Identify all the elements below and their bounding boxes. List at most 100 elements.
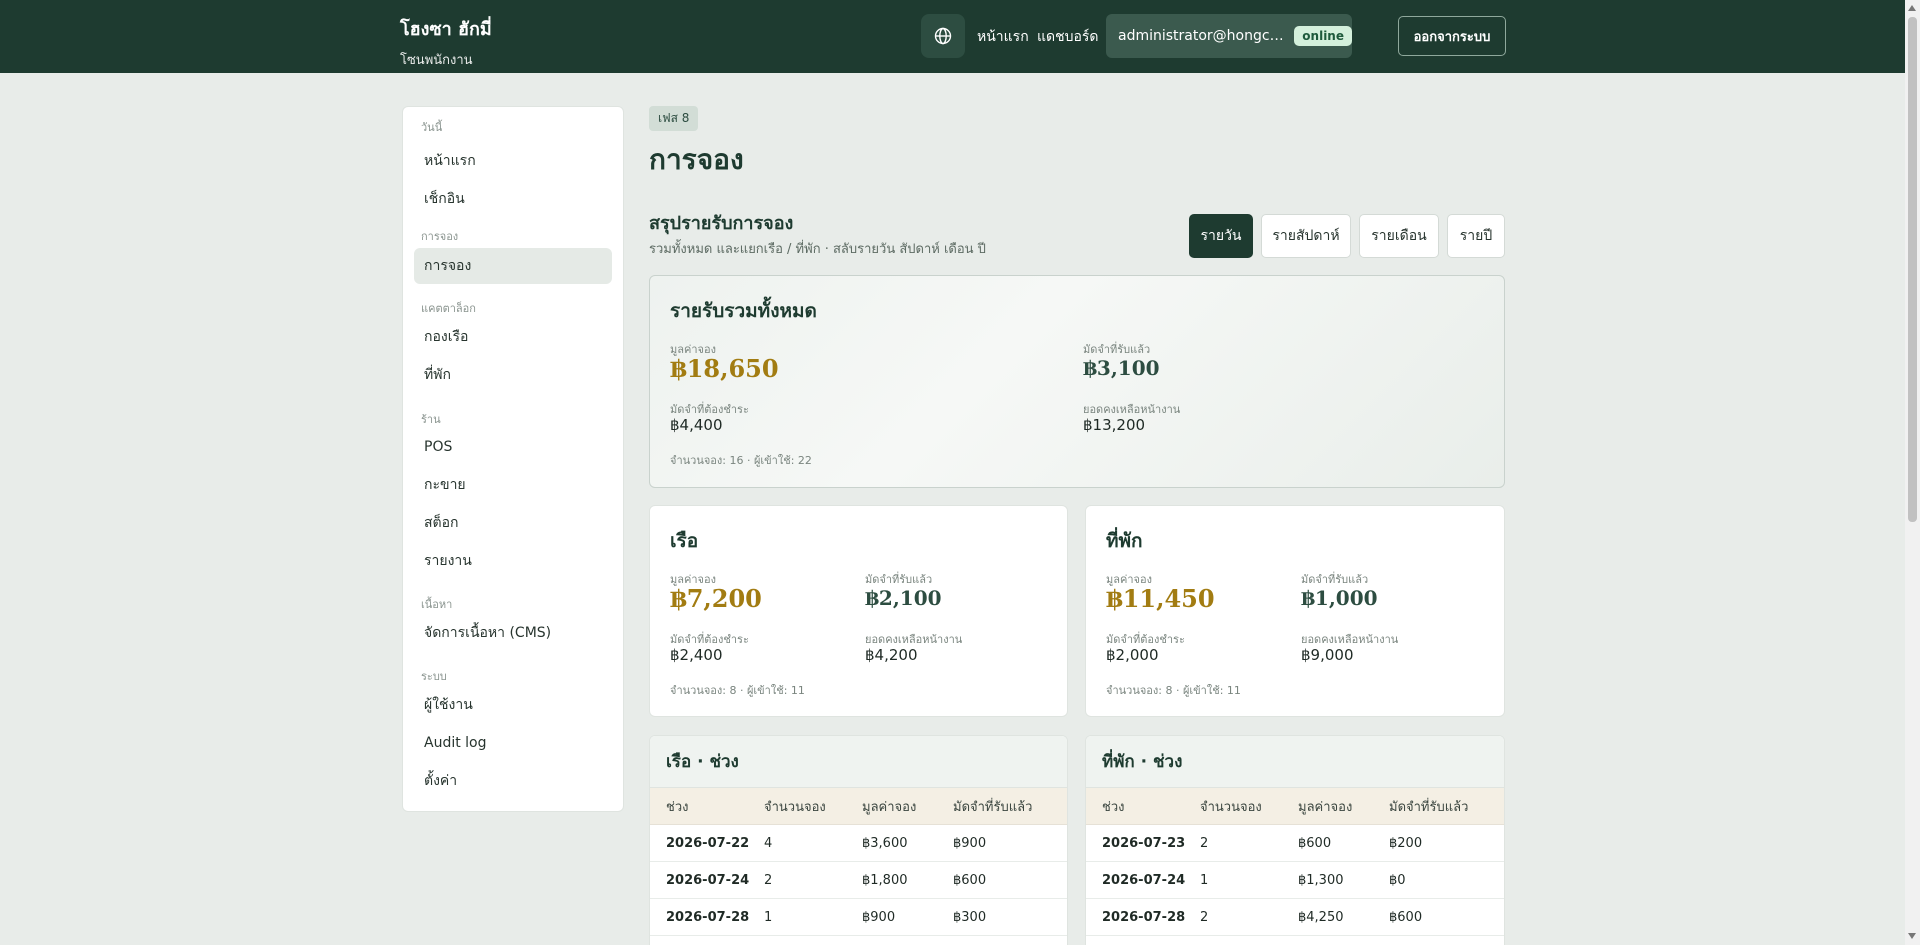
nav-home-link[interactable]: หน้าแรก	[977, 26, 1029, 48]
table-cell: 2026-07-24	[666, 872, 750, 888]
table-cell: ฿600	[1298, 835, 1332, 851]
page-scrollbar[interactable]	[1905, 0, 1920, 945]
total-footer: จำนวนจอง: 16 · ผู้เข้าใช้: 22	[670, 454, 812, 467]
column-header: จำนวนจอง	[764, 799, 826, 815]
sidebar-section-content: เนื้อหา	[421, 598, 453, 611]
globe-icon	[934, 27, 952, 45]
sidebar-section-catalog: แคตตาล็อก	[421, 302, 476, 315]
sidebar-item-stock[interactable]: สต็อก	[414, 505, 612, 541]
scroll-down-arrow-icon[interactable]	[1908, 933, 1916, 939]
period-daily-button[interactable]: รายวัน	[1189, 214, 1253, 258]
boat-deposit-due: ฿2,400	[670, 646, 723, 664]
column-header: มูลค่าจอง	[1298, 799, 1353, 815]
table-cell: ฿900	[862, 909, 896, 925]
sidebar-item-cms[interactable]: จัดการเนื้อหา (CMS)	[414, 615, 612, 651]
table-cell: ฿1,300	[1298, 872, 1344, 888]
table-cell: ฿600	[1389, 909, 1423, 925]
table-row: 2026-07-23 2 ฿600 ฿200	[1086, 825, 1504, 862]
table-cell: ฿3,600	[862, 835, 908, 851]
column-header: มัดจำที่รับแล้ว	[1389, 799, 1469, 815]
summary-subtitle: รวมทั้งหมด และแยกเรือ / ที่พัก · สลับราย…	[649, 242, 986, 257]
table-cell: 2026-07-28	[1102, 909, 1186, 925]
table-cell: ฿0	[1389, 872, 1406, 888]
status-badge: online	[1294, 26, 1352, 46]
table-cell: 2	[764, 872, 773, 888]
table-cell: ฿200	[1389, 835, 1423, 851]
user-email: administrator@hongchahug...	[1118, 28, 1284, 44]
sidebar-item-settings[interactable]: ตั้งค่า	[414, 763, 612, 799]
user-box: administrator@hongchahug... online	[1106, 14, 1352, 58]
table-cell: ฿900	[953, 835, 987, 851]
lodge-deposit-due: ฿2,000	[1106, 646, 1159, 664]
table-cell: 2026-07-23	[1102, 835, 1186, 851]
table-row: 2026-07-22 4 ฿3,600 ฿900	[650, 825, 1067, 862]
table-row: 2026-07-28 2 ฿4,250 ฿600	[1086, 899, 1504, 936]
table-cell: 2026-07-28	[666, 909, 750, 925]
total-balance: ฿13,200	[1083, 416, 1146, 434]
lodge-balance: ฿9,000	[1301, 646, 1354, 664]
brand-title: โฮงซา ฮักมี่	[400, 19, 492, 40]
table-cell: 4	[764, 835, 773, 851]
lodge-footer: จำนวนจอง: 8 · ผู้เข้าใช้: 11	[1106, 684, 1241, 697]
sidebar-item-home[interactable]: หน้าแรก	[414, 143, 612, 179]
table-row: 2026-07-28 1 ฿900 ฿300	[650, 899, 1067, 936]
column-header: ช่วง	[1102, 799, 1125, 815]
lodge-deposit-received: ฿1,000	[1301, 586, 1378, 610]
column-header: มัดจำที่รับแล้ว	[953, 799, 1033, 815]
sidebar-section-shop: ร้าน	[421, 413, 441, 426]
total-deposit-received: ฿3,100	[1083, 356, 1160, 380]
period-weekly-button[interactable]: รายสัปดาห์	[1261, 214, 1351, 258]
brand-subtitle: โซนพนักงาน	[400, 53, 473, 68]
boat-footer: จำนวนจอง: 8 · ผู้เข้าใช้: 11	[670, 684, 805, 697]
boat-deposit-received: ฿2,100	[865, 586, 942, 610]
boat-period-table: เรือ · ช่วง ช่วง จำนวนจอง มูลค่าจอง มัดจ…	[649, 735, 1068, 945]
table-cell: ฿1,800	[862, 872, 908, 888]
column-header: ช่วง	[666, 799, 689, 815]
scroll-up-arrow-icon[interactable]	[1908, 5, 1916, 11]
table-header-row: ช่วง จำนวนจอง มูลค่าจอง มัดจำที่รับแล้ว	[650, 788, 1067, 825]
table-cell: 1	[1200, 872, 1209, 888]
sidebar-item-checkin[interactable]: เช็กอิน	[414, 181, 612, 217]
boat-card-title: เรือ	[670, 530, 699, 552]
sidebar-item-bookings[interactable]: การจอง	[414, 248, 612, 284]
total-booking-value: ฿18,650	[670, 354, 779, 383]
table-row: 2026-07-24 1 ฿1,300 ฿0	[1086, 862, 1504, 899]
column-header: มูลค่าจอง	[862, 799, 917, 815]
brand[interactable]: โฮงซา ฮักมี่ โซนพนักงาน	[400, 14, 492, 70]
column-header: จำนวนจอง	[1200, 799, 1262, 815]
lodge-table-title: ที่พัก · ช่วง	[1086, 736, 1504, 788]
period-yearly-button[interactable]: รายปี	[1447, 214, 1505, 258]
scroll-thumb[interactable]	[1908, 17, 1917, 522]
table-cell: 2	[1200, 909, 1209, 925]
table-cell: ฿4,250	[1298, 909, 1344, 925]
lodge-booking-value: ฿11,450	[1106, 584, 1215, 613]
sidebar-section-booking: การจอง	[421, 230, 459, 243]
table-cell: 1	[764, 909, 773, 925]
sidebar-item-audit-log[interactable]: Audit log	[414, 725, 612, 761]
sidebar-item-lodging[interactable]: ที่พัก	[414, 357, 612, 393]
boat-booking-value: ฿7,200	[670, 584, 762, 613]
sidebar-item-reports[interactable]: รายงาน	[414, 543, 612, 579]
language-button[interactable]	[921, 14, 965, 58]
sidebar-item-users[interactable]: ผู้ใช้งาน	[414, 687, 612, 723]
table-cell: 2	[1200, 835, 1209, 851]
top-header: โฮงซา ฮักมี่ โซนพนักงาน หน้าแรก แดชบอร์ด…	[0, 0, 1905, 73]
total-card-title: รายรับรวมทั้งหมด	[670, 300, 817, 322]
table-cell: 2026-07-24	[1102, 872, 1186, 888]
boat-balance: ฿4,200	[865, 646, 918, 664]
boat-table-title: เรือ · ช่วง	[650, 736, 1067, 788]
sidebar-item-fleet[interactable]: กองเรือ	[414, 319, 612, 355]
logout-button[interactable]: ออกจากระบบ	[1398, 16, 1506, 56]
sidebar-item-pos[interactable]: POS	[414, 429, 612, 465]
period-monthly-button[interactable]: รายเดือน	[1359, 214, 1439, 258]
lodge-period-table: ที่พัก · ช่วง ช่วง จำนวนจอง มูลค่าจอง มั…	[1085, 735, 1505, 945]
table-header-row: ช่วง จำนวนจอง มูลค่าจอง มัดจำที่รับแล้ว	[1086, 788, 1504, 825]
sidebar-item-cart[interactable]: กะขาย	[414, 467, 612, 503]
sidebar: วันนี้ หน้าแรก เช็กอิน การจอง การจอง แคต…	[402, 106, 624, 812]
page-title: การจอง	[649, 143, 744, 176]
nav-dashboard-link[interactable]: แดชบอร์ด	[1037, 26, 1099, 48]
phase-badge: เฟส 8	[649, 106, 699, 131]
total-deposit-due: ฿4,400	[670, 416, 723, 434]
sidebar-section-system: ระบบ	[421, 670, 447, 683]
table-cell: 2026-07-22	[666, 835, 750, 851]
